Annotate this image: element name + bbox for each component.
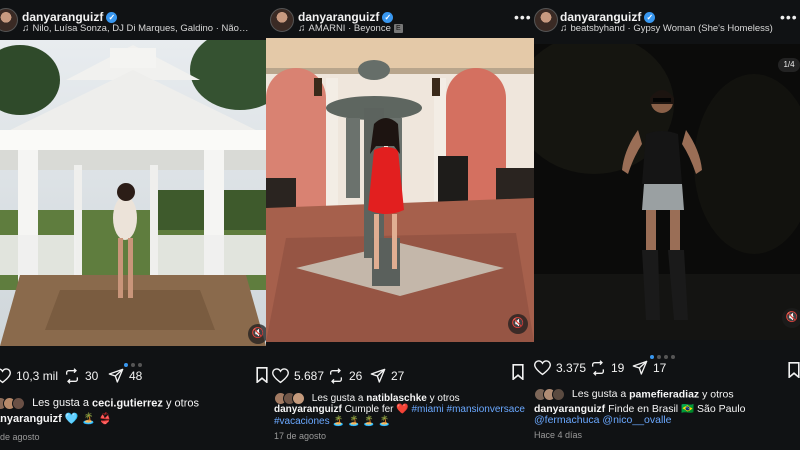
share-button[interactable]: 17 (632, 360, 666, 376)
verified-icon: ✓ (382, 12, 394, 24)
post-actions: 10,3 mil 30 48 (0, 368, 266, 390)
caption-line-2: #vacaciones 🏝️ 🏝️ 🏝️ 🏝️ (274, 416, 391, 427)
post-actions: 3.375 19 17 (534, 360, 800, 382)
username[interactable]: danyaranguizf (22, 10, 103, 24)
post-actions: 5.687 26 27 (266, 368, 534, 390)
username[interactable]: danyaranguizf (298, 10, 379, 24)
share-button[interactable]: 27 (370, 368, 404, 384)
mute-button[interactable]: 🔇 (782, 308, 800, 328)
gazebo-photo (0, 40, 266, 346)
audio-track[interactable]: ♫ Nilo, Luísa Sonza, DJ Di Marques, Galdi… (22, 23, 262, 34)
username[interactable]: danyaranguizf (560, 10, 641, 24)
post-1: danyaranguizf ✓ ♫ Nilo, Luísa Sonza, DJ Di… (0, 0, 266, 450)
night-photo (534, 44, 800, 340)
liked-by: Les gusta a ceci.gutierrez y otros (0, 397, 199, 410)
repost-count: 30 (85, 369, 99, 383)
liked-user[interactable]: pamefieradiaz (629, 388, 699, 400)
repost-button[interactable]: 30 (64, 368, 98, 384)
post-image[interactable]: 🔇 (0, 40, 266, 346)
heart-icon (271, 368, 290, 384)
liked-user[interactable]: ceci.gutierrez (92, 397, 163, 409)
like-button[interactable]: 10,3 mil (0, 368, 58, 384)
avatar[interactable] (0, 8, 18, 32)
like-button[interactable]: 5.687 (271, 368, 325, 384)
verified-icon: ✓ (106, 12, 118, 24)
caption-username[interactable]: danyaranguizf (274, 404, 342, 415)
avatar[interactable] (534, 8, 558, 32)
carousel-dots (122, 354, 143, 367)
post-3: danyaranguizf ✓ ♫ beatsbyhand · Gypsy Woma… (534, 0, 800, 450)
post-header: danyaranguizf ✓ ♫ AMARNI · Beyonce E ••• (266, 0, 534, 40)
more-icon[interactable]: ••• (514, 10, 532, 24)
carousel-dots (648, 346, 676, 359)
like-count: 10,3 mil (16, 369, 59, 383)
more-icon[interactable]: ••• (780, 10, 798, 24)
repost-button[interactable]: 26 (328, 368, 362, 384)
mute-button[interactable]: 🔇 (248, 324, 266, 344)
like-count: 5.687 (294, 369, 325, 383)
like-count: 3.375 (556, 361, 587, 375)
hashtags[interactable]: #miami #mansionversace (412, 404, 525, 415)
avatar[interactable] (270, 8, 294, 32)
mute-button[interactable]: 🔇 (508, 314, 528, 334)
audio-track[interactable]: ♫ AMARNI · Beyonce E (298, 23, 508, 34)
share-icon (370, 368, 386, 383)
share-count: 48 (129, 369, 143, 383)
music-note-icon: ♫ (560, 23, 568, 34)
bookmark-icon (512, 364, 524, 381)
music-note-icon: ♫ (22, 23, 30, 34)
liked-user[interactable]: natiblaschke (366, 393, 427, 404)
hashtag-vacaciones[interactable]: #vacaciones (274, 416, 330, 427)
caption-mentions: @fermachuca @nico__ovalle (534, 414, 671, 426)
music-note-icon: ♫ (298, 23, 306, 34)
post-header: danyaranguizf ✓ ♫ Nilo, Luísa Sonza, DJ Di… (0, 0, 266, 40)
bookmark-button[interactable] (788, 362, 800, 383)
bookmark-icon (256, 367, 268, 384)
explicit-badge: E (393, 23, 403, 33)
post-image[interactable]: 1/4 🔇 (534, 44, 800, 340)
audio-track[interactable]: ♫ beatsbyhand · Gypsy Woman (She's Homele… (560, 23, 774, 34)
heart-icon (534, 360, 552, 376)
heart-icon (0, 368, 12, 384)
bookmark-button[interactable] (256, 367, 268, 388)
carousel-counter: 1/4 (778, 58, 800, 72)
post-date: de agosto (0, 432, 40, 442)
heart-emoji: ❤️ (396, 404, 409, 415)
caption: anyaranguizf 🩵 🏝️ 👙 (0, 412, 112, 425)
caption: danyaranguizf Cumple fer ❤️ #miami #mans… (274, 404, 525, 415)
like-button[interactable]: 3.375 (534, 360, 586, 376)
post-date: Hace 4 días (534, 430, 583, 440)
caption-username[interactable]: anyaranguizf (0, 413, 62, 425)
share-count: 27 (391, 369, 405, 383)
post-2: danyaranguizf✓ ♫AMARNI · BeyonceE ••• (266, 0, 534, 450)
bookmark-button[interactable] (512, 364, 524, 385)
share-icon (108, 368, 124, 383)
repost-icon (330, 368, 342, 384)
share-button[interactable]: 48 (108, 368, 142, 384)
share-count: 17 (653, 361, 667, 375)
repost-icon (66, 368, 78, 384)
repost-icon (592, 360, 604, 376)
post-header: danyaranguizf ✓ ♫ beatsbyhand · Gypsy Woma… (534, 0, 800, 40)
fountain-photo (266, 38, 534, 342)
repost-button[interactable]: 19 (590, 360, 624, 376)
mentions[interactable]: @fermachuca @nico__ovalle (534, 414, 671, 426)
repost-count: 26 (349, 369, 363, 383)
post-image[interactable]: 🔇 (266, 38, 534, 342)
liked-by: Les gusta a pamefieradiaz y otros (534, 388, 734, 401)
verified-icon: ✓ (644, 12, 656, 24)
share-icon (632, 360, 648, 375)
post-date: 17 de agosto (274, 431, 327, 441)
repost-count: 19 (611, 361, 625, 375)
bookmark-icon (788, 362, 800, 379)
